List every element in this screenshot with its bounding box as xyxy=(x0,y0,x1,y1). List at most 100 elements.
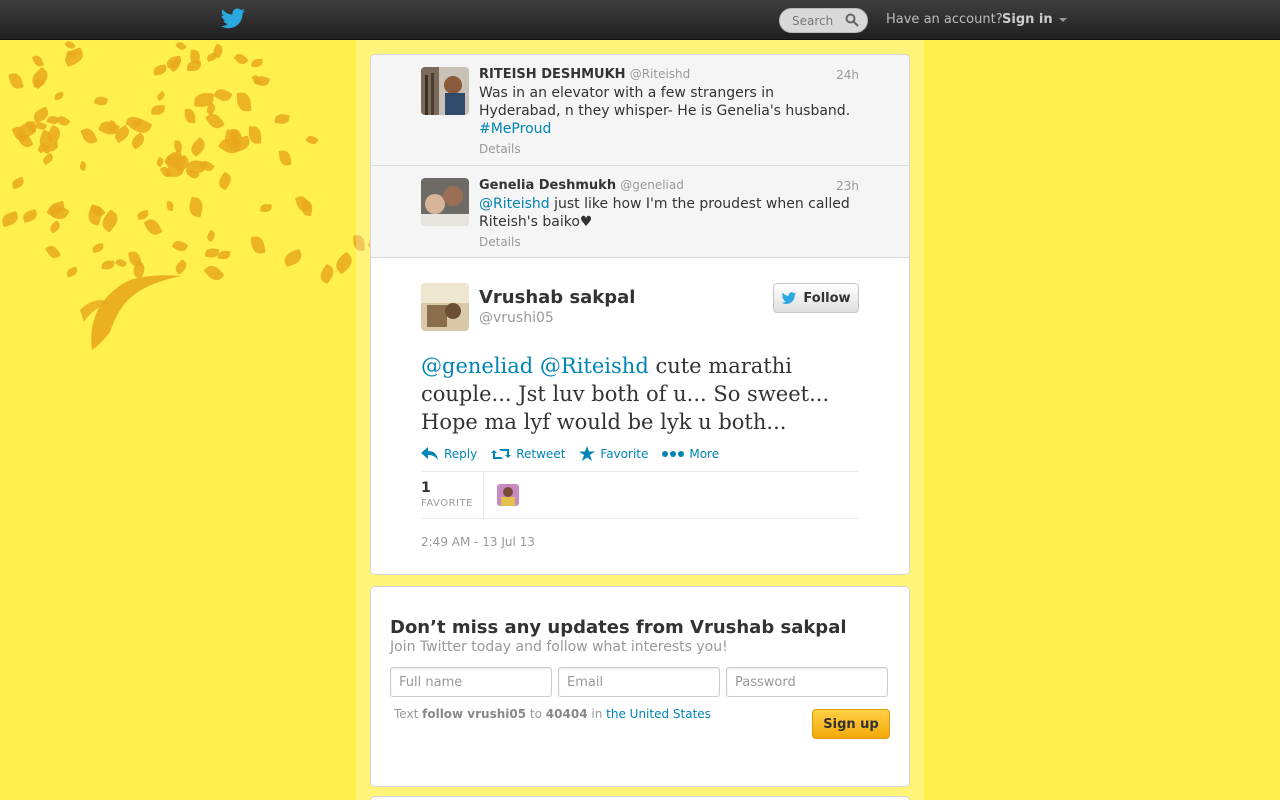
leaf-decoration xyxy=(215,171,234,191)
tweet-body: Was in an elevator with a few strangers … xyxy=(479,85,851,119)
leaf-decoration xyxy=(128,132,147,150)
leaf-decoration xyxy=(28,66,52,89)
leaf-decoration xyxy=(317,263,337,285)
search-input[interactable] xyxy=(780,9,842,32)
details-link[interactable]: Details xyxy=(479,142,521,156)
twitter-bird-icon[interactable] xyxy=(220,8,246,30)
have-account-text: Have an account? xyxy=(886,12,1003,27)
sign-in-link[interactable]: Sign in xyxy=(1002,12,1068,27)
tweet-author-handle[interactable]: @Riteishd xyxy=(630,67,691,81)
leaf-decoration xyxy=(187,196,205,218)
avatar[interactable] xyxy=(421,283,469,331)
avatar[interactable] xyxy=(421,178,469,226)
retweet-icon xyxy=(491,448,512,459)
more-button[interactable]: More xyxy=(662,446,719,461)
sms-country-link[interactable]: the United States xyxy=(606,707,711,721)
search-icon[interactable] xyxy=(845,13,859,27)
leaf-decoration xyxy=(21,208,39,223)
sign-up-button[interactable]: Sign up xyxy=(812,709,890,739)
background-bird-icon xyxy=(80,275,182,350)
leaf-decoration xyxy=(332,251,356,275)
leaf-decoration xyxy=(166,164,185,179)
tweet-text: @Riteishd just like how I'm the proudest… xyxy=(479,195,859,231)
leaf-decoration xyxy=(0,210,20,228)
signup-title: Don’t miss any updates from Vrushab sakp… xyxy=(390,617,847,638)
leaf-decoration xyxy=(47,220,62,235)
main-tweet-text: @geneliad @Riteishd cute marathi couple.… xyxy=(421,352,859,436)
favorite-button[interactable]: Favorite xyxy=(579,446,648,461)
caret-down-icon xyxy=(1059,17,1068,22)
leaf-decoration xyxy=(53,91,65,102)
leaf-decoration xyxy=(153,64,168,76)
leaf-decoration xyxy=(44,243,61,261)
leaf-decoration xyxy=(236,92,252,113)
tweet-author-name[interactable]: Genelia Deshmukh xyxy=(479,178,616,193)
context-tweet[interactable]: 24h RITEISH DESHMUKH @Riteishd Was in an… xyxy=(371,55,909,166)
email-field[interactable] xyxy=(558,667,720,697)
retweet-button[interactable]: Retweet xyxy=(491,446,565,461)
follow-button[interactable]: Follow xyxy=(773,283,859,313)
sms-text: Text xyxy=(394,707,419,721)
more-dots-icon xyxy=(662,450,685,457)
background-leaves xyxy=(0,40,380,400)
retweet-label: Retweet xyxy=(516,446,566,461)
main-tweet: Vrushab sakpal @vrushi05 Follow @genelia… xyxy=(371,258,909,549)
signup-subtitle: Join Twitter today and follow what inter… xyxy=(390,639,728,655)
full-name-field[interactable] xyxy=(390,667,552,697)
leaf-decoration xyxy=(251,58,263,67)
mention-link[interactable]: @Riteishd xyxy=(479,196,550,212)
leaf-decoration xyxy=(175,40,188,52)
favorite-count-label: FAVORITE xyxy=(421,498,473,509)
sms-in: in xyxy=(591,707,603,721)
leaf-decoration xyxy=(55,113,71,128)
search-box xyxy=(779,8,868,33)
hashtag-link[interactable]: #MeProud xyxy=(479,121,551,137)
leaf-decoration xyxy=(260,203,272,213)
leaf-decoration xyxy=(93,94,109,108)
leaf-decoration xyxy=(155,91,167,102)
leaf-decoration xyxy=(114,257,127,269)
leaf-decoration xyxy=(32,53,45,68)
leaf-decoration xyxy=(186,61,201,72)
reply-button[interactable]: Reply xyxy=(421,446,477,461)
reply-label: Reply xyxy=(444,446,478,461)
tweet-actions: Reply Retweet Favorite More xyxy=(421,446,859,461)
tweet-author-handle[interactable]: @geneliad xyxy=(620,178,684,192)
leaf-decoration xyxy=(185,108,196,124)
leaf-decoration xyxy=(143,216,163,238)
leaf-decoration xyxy=(205,229,217,243)
top-bar: Have an account? Sign in xyxy=(0,0,1280,40)
tweet-timestamp[interactable]: 2:49 AM - 13 Jul 13 xyxy=(421,535,859,549)
signup-panel: Don’t miss any updates from Vrushab sakp… xyxy=(370,586,910,787)
leaf-decoration xyxy=(78,161,88,172)
leaf-decoration xyxy=(233,51,249,68)
favorite-count[interactable]: 1 FAVORITE xyxy=(421,472,484,518)
tweet-text: Was in an elevator with a few strangers … xyxy=(479,84,859,138)
leaf-decoration xyxy=(91,243,104,254)
leaf-decoration xyxy=(10,176,26,190)
bottom-card xyxy=(370,796,910,800)
tweet-time[interactable]: 23h xyxy=(836,179,859,193)
password-field[interactable] xyxy=(726,667,888,697)
leaf-decoration xyxy=(217,250,231,260)
leaf-decoration xyxy=(41,153,55,166)
signup-fields xyxy=(390,667,889,697)
mention-link[interactable]: @geneliad xyxy=(421,354,533,378)
tweet-author-name[interactable]: RITEISH DESHMUKH xyxy=(479,67,626,82)
favorite-count-number: 1 xyxy=(421,480,431,496)
reply-icon xyxy=(421,446,438,460)
favoriter-avatar[interactable] xyxy=(497,484,519,506)
details-link[interactable]: Details xyxy=(479,235,521,249)
leaf-decoration xyxy=(101,260,115,270)
leaf-decoration xyxy=(213,85,234,104)
mention-link[interactable]: @Riteishd xyxy=(540,354,649,378)
tweet-stats: 1 FAVORITE xyxy=(421,471,859,519)
leaf-decoration xyxy=(8,71,25,90)
context-tweet[interactable]: 23h Genelia Deshmukh @geneliad @Riteishd… xyxy=(371,166,909,258)
sms-command: follow vrushi05 xyxy=(422,707,527,721)
leaf-decoration xyxy=(278,149,292,167)
leaf-decoration xyxy=(173,140,183,152)
leaf-decoration xyxy=(171,237,189,254)
avatar[interactable] xyxy=(421,67,469,115)
tweet-time[interactable]: 24h xyxy=(836,68,859,82)
